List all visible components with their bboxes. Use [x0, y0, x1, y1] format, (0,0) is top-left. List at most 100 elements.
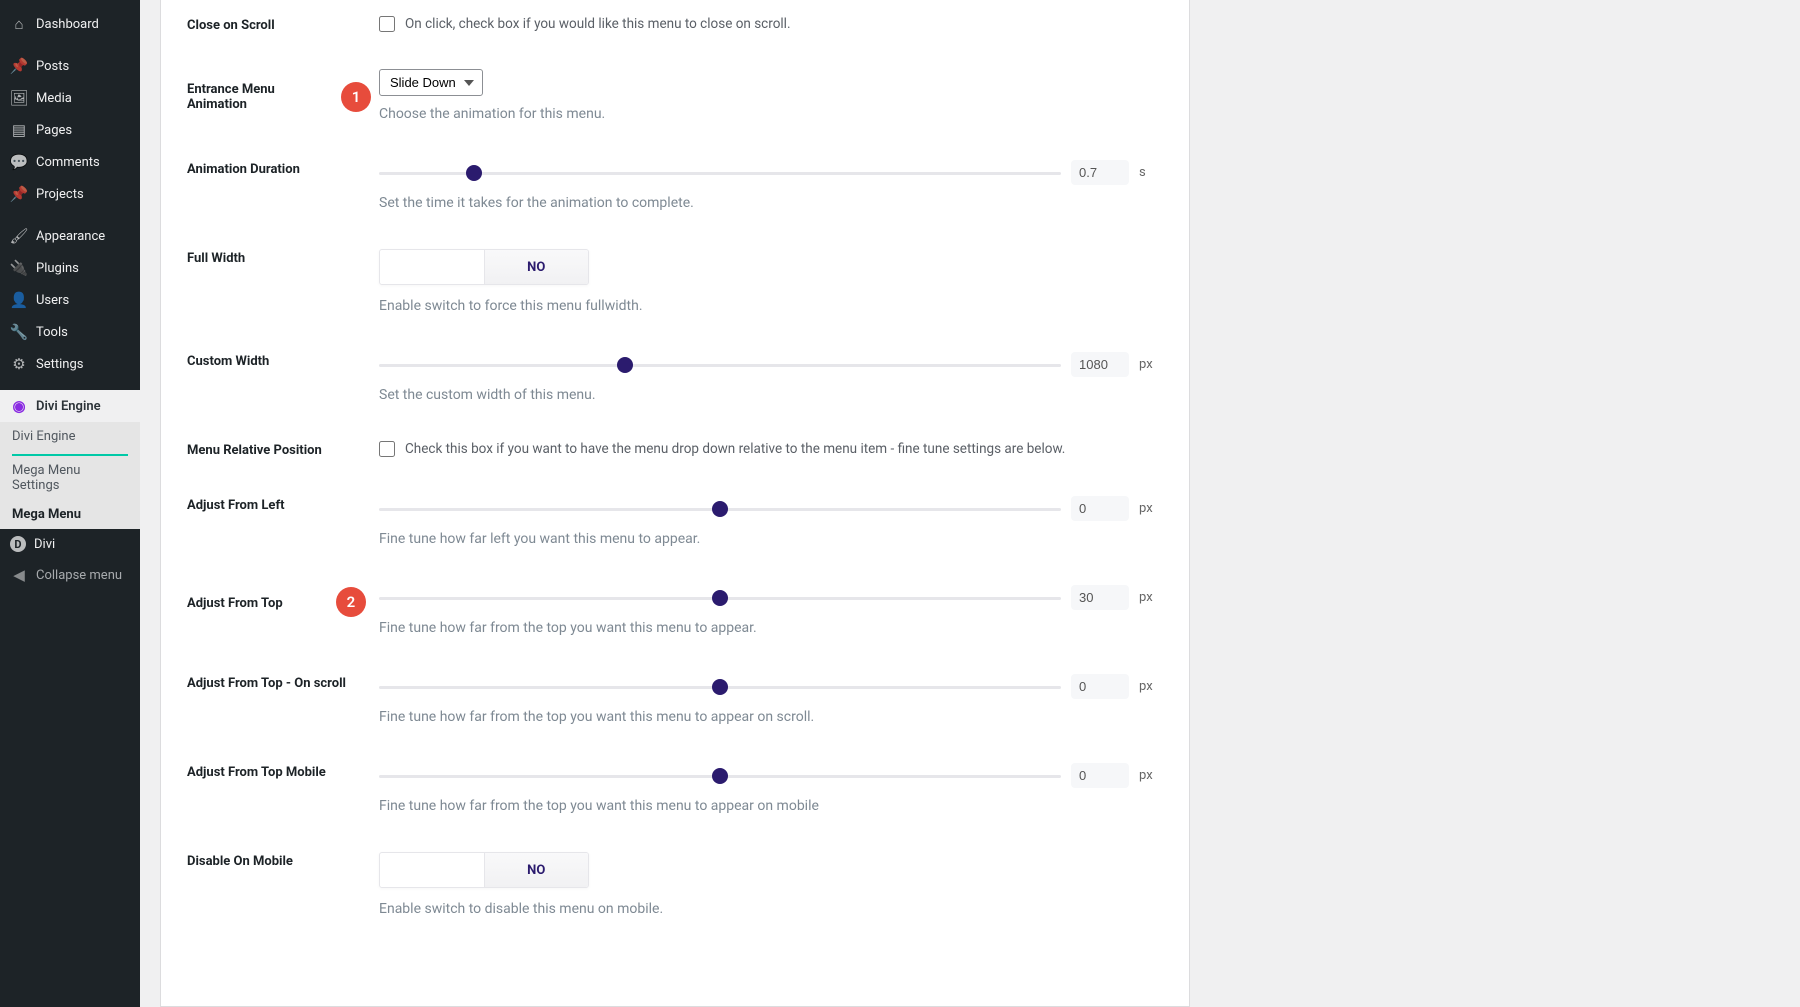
adjust-top-slider[interactable] — [379, 597, 1061, 600]
disable-mobile-toggle[interactable]: NO — [379, 852, 589, 888]
unit-label: s — [1139, 165, 1163, 180]
field-label: Adjust From Left — [187, 496, 379, 513]
brush-icon: 🖌 — [10, 227, 28, 245]
sidebar-subitem-mega-menu[interactable]: Mega Menu — [0, 500, 140, 529]
adjust-left-slider[interactable] — [379, 508, 1061, 511]
sidebar-item-divi-engine[interactable]: ◉Divi Engine — [0, 390, 140, 422]
sidebar-item-users[interactable]: 👤 Users — [0, 284, 140, 316]
gear-icon: ⚙ — [10, 355, 28, 373]
sidebar-item-label: Divi Engine — [36, 399, 101, 414]
checkbox-description: Check this box if you want to have the m… — [405, 441, 1065, 457]
sidebar-item-label: Dashboard — [36, 17, 99, 32]
adjust-top-input[interactable] — [1071, 585, 1129, 610]
sidebar-item-comments[interactable]: 💬 Comments — [0, 146, 140, 178]
sidebar-item-label: Plugins — [36, 261, 79, 276]
sidebar-item-posts[interactable]: 📌 Posts — [0, 50, 140, 82]
pin-icon: 📌 — [10, 57, 28, 75]
custom-width-input[interactable] — [1071, 352, 1129, 377]
sidebar-item-projects[interactable]: 📌 Projects — [0, 178, 140, 210]
dashboard-icon: ⌂ — [10, 15, 28, 33]
animation-duration-input[interactable] — [1071, 160, 1129, 185]
user-icon: 👤 — [10, 291, 28, 309]
sidebar-item-pages[interactable]: ▤ Pages — [0, 114, 140, 146]
field-label: Adjust From Top Mobile — [187, 763, 379, 780]
sidebar-item-appearance[interactable]: 🖌 Appearance — [0, 220, 140, 252]
field-description: Fine tune how far from the top you want … — [379, 798, 1163, 814]
unit-label: px — [1139, 501, 1163, 516]
entrance-animation-select[interactable]: Slide Down — [379, 69, 483, 96]
field-label: Adjust From Top 2 — [187, 585, 379, 617]
field-adjust-from-top: Adjust From Top 2 px Fine tune how far f… — [161, 575, 1189, 646]
sidebar-item-label: Appearance — [36, 229, 105, 244]
field-description: Fine tune how far from the top you want … — [379, 620, 1163, 636]
field-label: Animation Duration — [187, 160, 379, 177]
sidebar-item-tools[interactable]: 🔧Tools — [0, 316, 140, 348]
field-label: Entrance Menu Animation 1 — [187, 80, 379, 112]
adjust-left-input[interactable] — [1071, 496, 1129, 521]
toggle-no-label: NO — [484, 853, 589, 887]
content-area: Close on Scroll On click, check box if y… — [140, 0, 1800, 1007]
annotation-badge-2: 2 — [336, 587, 366, 617]
field-description: Set the time it takes for the animation … — [379, 195, 1163, 211]
close-on-scroll-checkbox[interactable] — [379, 16, 395, 32]
sidebar-item-label: Pages — [36, 123, 72, 138]
adjust-top-scroll-input[interactable] — [1071, 674, 1129, 699]
field-custom-width: Custom Width px Set the custom width of … — [161, 342, 1189, 413]
sidebar-item-label: Divi — [34, 537, 55, 552]
unit-label: px — [1139, 590, 1163, 605]
field-description: Choose the animation for this menu. — [379, 106, 1163, 122]
sidebar-item-settings[interactable]: ⚙Settings — [0, 348, 140, 380]
divi-icon: D — [10, 536, 26, 552]
sidebar-item-plugins[interactable]: 🔌 Plugins — [0, 252, 140, 284]
sidebar-item-divi[interactable]: D Divi — [0, 529, 140, 559]
field-description: Enable switch to force this menu fullwid… — [379, 298, 1163, 314]
field-label: Disable On Mobile — [187, 852, 379, 869]
toggle-no-label: NO — [484, 250, 589, 284]
field-adjust-from-top-mobile: Adjust From Top Mobile px Fine tune how … — [161, 753, 1189, 824]
sidebar-item-label: Posts — [36, 59, 69, 74]
sidebar-subitem-mega-menu-settings[interactable]: Mega Menu Settings — [0, 456, 140, 500]
unit-label: px — [1139, 768, 1163, 783]
field-label: Adjust From Top - On scroll — [187, 674, 379, 691]
sidebar-item-label: Comments — [36, 155, 100, 170]
field-label: Custom Width — [187, 352, 379, 369]
adjust-top-mobile-input[interactable] — [1071, 763, 1129, 788]
pages-icon: ▤ — [10, 121, 28, 139]
sidebar-item-label: Collapse menu — [36, 568, 122, 583]
field-description: Enable switch to disable this menu on mo… — [379, 901, 1163, 917]
field-label: Menu Relative Position — [187, 441, 379, 458]
pin-icon: 📌 — [10, 185, 28, 203]
sidebar-item-collapse[interactable]: ◀ Collapse menu — [0, 559, 140, 591]
comments-icon: 💬 — [10, 153, 28, 171]
field-description: Set the custom width of this menu. — [379, 387, 1163, 403]
field-close-on-scroll: Close on Scroll On click, check box if y… — [161, 6, 1189, 43]
menu-relative-checkbox[interactable] — [379, 441, 395, 457]
field-animation-duration: Animation Duration s Set the time it tak… — [161, 150, 1189, 221]
unit-label: px — [1139, 357, 1163, 372]
wrench-icon: 🔧 — [10, 323, 28, 341]
custom-width-slider[interactable] — [379, 364, 1061, 367]
field-full-width: Full Width NO Enable switch to force thi… — [161, 239, 1189, 324]
field-adjust-from-top-scroll: Adjust From Top - On scroll px Fine tune… — [161, 664, 1189, 735]
annotation-badge-1: 1 — [341, 82, 371, 112]
field-label: Close on Scroll — [187, 16, 379, 33]
field-entrance-animation: Entrance Menu Animation 1 Slide Down Cho… — [161, 59, 1189, 132]
sidebar-subitem-divi-engine[interactable]: Divi Engine — [12, 422, 128, 456]
adjust-top-scroll-slider[interactable] — [379, 686, 1061, 689]
sidebar-item-label: Users — [36, 293, 69, 308]
sidebar-item-dashboard[interactable]: ⌂ Dashboard — [0, 8, 140, 40]
admin-sidebar: ⌂ Dashboard 📌 Posts 🖼Media ▤ Pages 💬 Comment… — [0, 0, 140, 1007]
adjust-top-mobile-slider[interactable] — [379, 775, 1061, 778]
unit-label: px — [1139, 679, 1163, 694]
sidebar-item-media[interactable]: 🖼Media — [0, 82, 140, 114]
plug-icon: 🔌 — [10, 259, 28, 277]
sidebar-item-label: Projects — [36, 187, 84, 202]
field-description: Fine tune how far left you want this men… — [379, 531, 1163, 547]
field-menu-relative-position: Menu Relative Position Check this box if… — [161, 431, 1189, 468]
animation-duration-slider[interactable] — [379, 172, 1061, 175]
checkbox-description: On click, check box if you would like th… — [405, 16, 791, 32]
full-width-toggle[interactable]: NO — [379, 249, 589, 285]
media-icon: 🖼 — [10, 89, 28, 107]
collapse-icon: ◀ — [10, 566, 28, 584]
field-disable-on-mobile: Disable On Mobile NO Enable switch to di… — [161, 842, 1189, 927]
